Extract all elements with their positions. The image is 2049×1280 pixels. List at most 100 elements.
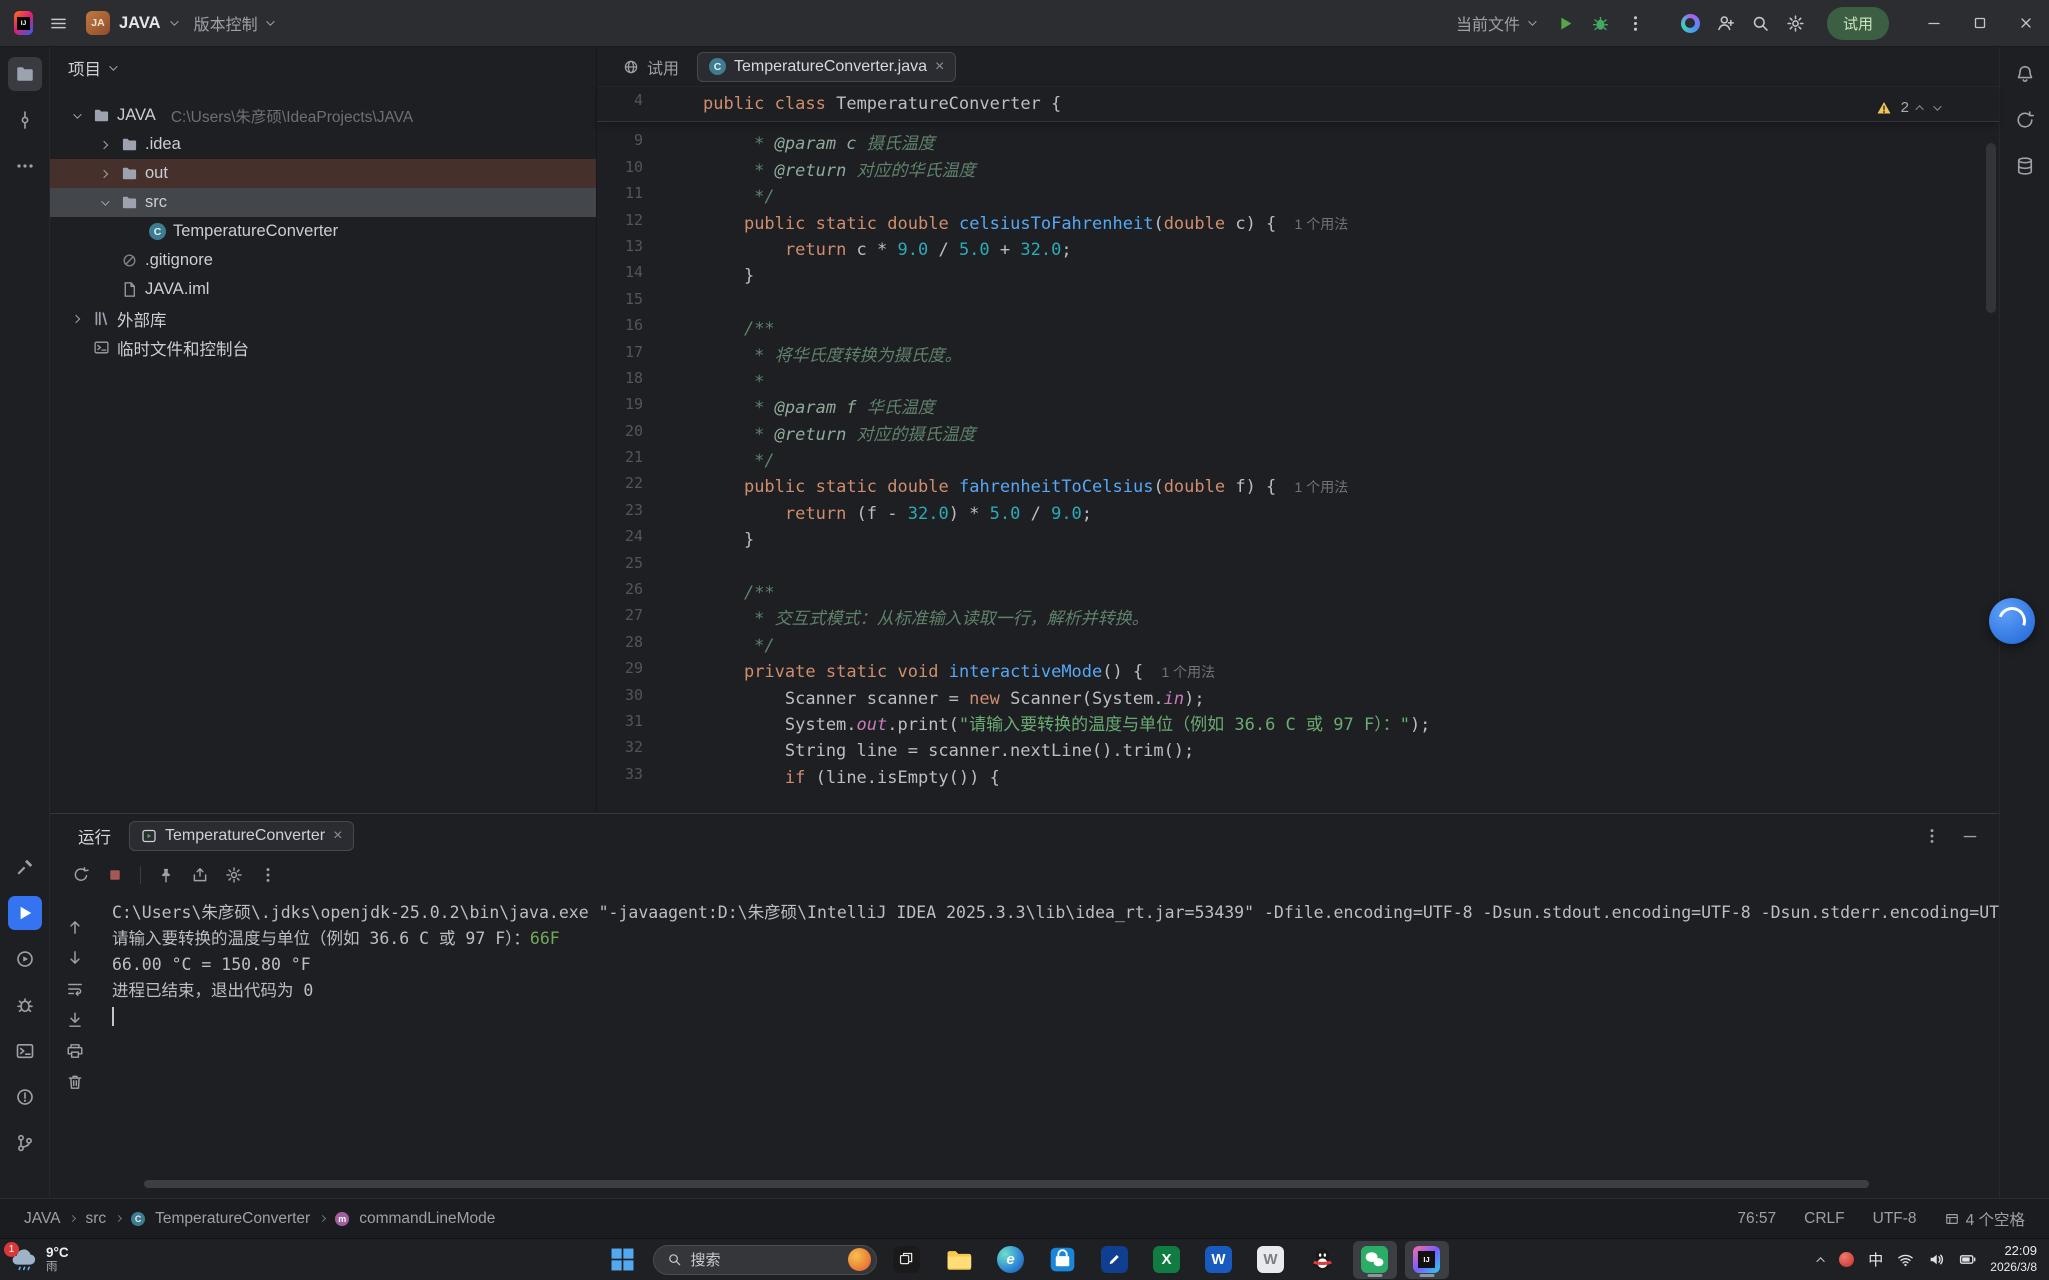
chevron-up-icon[interactable]: [1915, 105, 1923, 113]
inspections-widget[interactable]: 2: [1876, 99, 1939, 116]
code-with-me-button[interactable]: [1716, 14, 1735, 33]
qq-button[interactable]: [1301, 1241, 1345, 1279]
ai-assistant-button[interactable]: [1681, 14, 1700, 33]
clear-console-button[interactable]: [66, 1073, 84, 1091]
wps-office-button[interactable]: W: [1249, 1241, 1293, 1279]
soft-wrap-button[interactable]: [66, 980, 84, 998]
code-line[interactable]: 32 String line = scanner.nextLine().trim…: [597, 738, 1999, 764]
git-tool-button[interactable]: [8, 1126, 42, 1160]
project-tool-button[interactable]: [8, 57, 42, 91]
intellij-idea-button[interactable]: IJ: [1405, 1241, 1449, 1279]
console-output[interactable]: C:\Users\朱彦硕\.jdks\openjdk-25.0.2\bin\ja…: [100, 892, 1999, 1198]
chevron-right-icon[interactable]: [100, 169, 108, 177]
terminal-tool-button[interactable]: [8, 1034, 42, 1068]
weather-widget[interactable]: 1 9°C 雨: [10, 1239, 69, 1280]
encoding[interactable]: UTF-8: [1873, 1210, 1917, 1228]
tree-item-gitignore-file[interactable]: .gitignore: [50, 246, 596, 275]
code-line[interactable]: 21 */: [597, 448, 1999, 474]
chevron-down-icon[interactable]: [73, 110, 81, 118]
excel-button[interactable]: X: [1145, 1241, 1189, 1279]
microsoft-store-button[interactable]: [1041, 1241, 1085, 1279]
code-line[interactable]: 14 }: [597, 263, 1999, 289]
clock[interactable]: 22:09 2026/3/8: [1990, 1243, 2037, 1275]
project-panel-header[interactable]: 项目: [50, 47, 596, 89]
trial-badge[interactable]: 试用: [1827, 7, 1889, 40]
notifications-button[interactable]: [2008, 57, 2042, 91]
tree-item-idea-folder[interactable]: .idea: [50, 130, 596, 159]
intellij-logo-icon[interactable]: IJ: [14, 14, 33, 33]
debug-button[interactable]: [1591, 14, 1610, 33]
main-menu-button[interactable]: [49, 14, 68, 33]
indent-config[interactable]: 4 个空格: [1945, 1208, 2025, 1230]
services-tool-button[interactable]: [8, 942, 42, 976]
more-tool-windows-button[interactable]: [8, 149, 42, 183]
close-tab-icon[interactable]: ×: [935, 59, 944, 75]
chevron-right-icon[interactable]: [100, 140, 108, 148]
sync-tool-button[interactable]: [2008, 103, 2042, 137]
code-line[interactable]: 23 return (f - 32.0) * 5.0 / 9.0;: [597, 501, 1999, 527]
tree-item-out-folder[interactable]: out: [50, 159, 596, 188]
close-button[interactable]: [2003, 0, 2049, 47]
code-line[interactable]: 31 System.out.print("请输入要转换的温度与单位（例如 36.…: [597, 712, 1999, 738]
taskbar-search[interactable]: 搜索: [653, 1245, 877, 1275]
tray-app-icon[interactable]: [1839, 1252, 1854, 1267]
breadcrumb-TemperatureConverter[interactable]: TemperatureConverter: [155, 1210, 310, 1228]
code-line[interactable]: 11 */: [597, 184, 1999, 210]
project-selector[interactable]: JA JAVA: [86, 11, 176, 35]
stop-button[interactable]: [106, 866, 124, 884]
code-line[interactable]: 20 * @return 对应的摄氏温度: [597, 422, 1999, 448]
wifi-icon[interactable]: [1897, 1251, 1914, 1268]
tree-item-src-folder[interactable]: src: [50, 188, 596, 217]
code-line[interactable]: 26 /**: [597, 580, 1999, 606]
commit-tool-button[interactable]: [8, 103, 42, 137]
database-tool-button[interactable]: [2008, 149, 2042, 183]
code-line[interactable]: 17 * 将华氏度转换为摄氏度。: [597, 343, 1999, 369]
maximize-button[interactable]: [1957, 0, 2003, 47]
code-line[interactable]: 28 */: [597, 633, 1999, 659]
code-line[interactable]: 15: [597, 290, 1999, 316]
pin-tab-button[interactable]: [157, 866, 175, 884]
taskbar-app-dark-button[interactable]: [885, 1241, 929, 1279]
run-button[interactable]: [1556, 14, 1575, 33]
code-line[interactable]: 22 public static double fahrenheitToCels…: [597, 474, 1999, 500]
more-actions-button[interactable]: [1626, 14, 1645, 33]
wechat-button[interactable]: [1353, 1241, 1397, 1279]
code-line[interactable]: 18 *: [597, 369, 1999, 395]
code-line[interactable]: 10 * @return 对应的华氏温度: [597, 158, 1999, 184]
code-line[interactable]: 33 if (line.isEmpty()) {: [597, 765, 1999, 791]
volume-icon[interactable]: [1928, 1251, 1945, 1268]
code-line[interactable]: 12 public static double celsiusToFahrenh…: [597, 211, 1999, 237]
breadcrumb-commandLineMode[interactable]: commandLineMode: [359, 1210, 495, 1228]
word-button[interactable]: W: [1197, 1241, 1241, 1279]
code-line[interactable]: 19 * @param f 华氏温度: [597, 395, 1999, 421]
code-line[interactable]: 29 private static void interactiveMode()…: [597, 659, 1999, 685]
tree-item-java-iml-file[interactable]: JAVA.iml: [50, 275, 596, 304]
next-occurrence-button[interactable]: [66, 949, 84, 967]
minimize-button[interactable]: [1911, 0, 1957, 47]
code-line[interactable]: 24 }: [597, 527, 1999, 553]
code-area[interactable]: 9 * @param c 摄氏温度10 * @return 对应的华氏温度11 …: [597, 122, 1999, 791]
hide-panel-button[interactable]: [1961, 827, 1979, 845]
ime-indicator[interactable]: 中: [1868, 1249, 1883, 1270]
editor-scrollbar[interactable]: [1986, 143, 1996, 313]
code-line[interactable]: 16 /**: [597, 316, 1999, 342]
prev-occurrence-button[interactable]: [66, 918, 84, 936]
start-button[interactable]: [601, 1241, 645, 1279]
breadcrumb-JAVA[interactable]: JAVA: [24, 1210, 60, 1228]
build-tool-button[interactable]: [8, 850, 42, 884]
print-button[interactable]: [66, 1042, 84, 1060]
search-everywhere-button[interactable]: [1751, 14, 1770, 33]
file-explorer-button[interactable]: [937, 1241, 981, 1279]
tab-temperature-converter[interactable]: CTemperatureConverter.java×: [697, 52, 956, 82]
code-line[interactable]: 25: [597, 554, 1999, 580]
vcs-widget[interactable]: 版本控制: [194, 11, 272, 35]
chevron-right-icon[interactable]: [72, 314, 80, 322]
debug-tool-button[interactable]: [8, 988, 42, 1022]
run-panel-options-button[interactable]: [1923, 827, 1941, 845]
line-separator[interactable]: CRLF: [1804, 1210, 1844, 1228]
scroll-to-end-button[interactable]: [66, 1011, 84, 1029]
run-configuration-selector[interactable]: 当前文件: [1456, 11, 1534, 35]
tree-item-temperature-converter-class[interactable]: CTemperatureConverter: [50, 217, 596, 246]
run-tab[interactable]: TemperatureConverter ×: [129, 821, 354, 851]
console-more-button[interactable]: [259, 866, 277, 884]
